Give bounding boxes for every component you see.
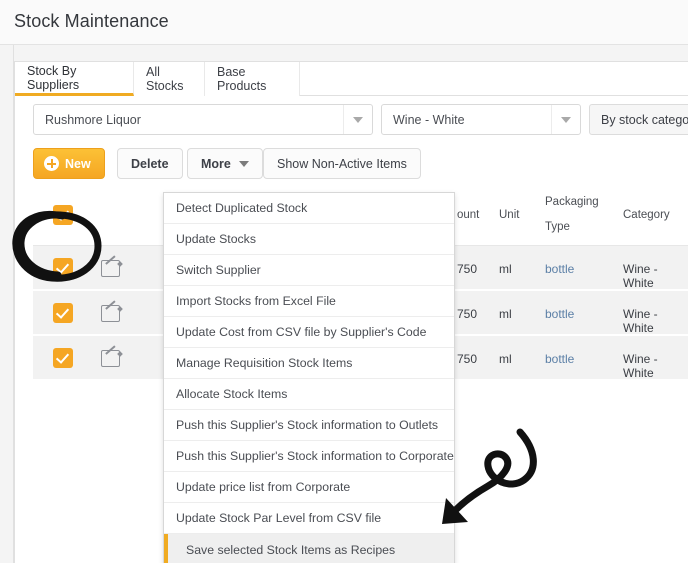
- column-header-category: Category: [623, 209, 670, 221]
- column-header-amount: ount: [457, 209, 480, 221]
- cell-category: Wine - White: [623, 307, 658, 335]
- cell-amount: 750: [457, 262, 478, 276]
- cell-category: Wine - White: [623, 352, 658, 380]
- edit-icon[interactable]: [101, 260, 120, 277]
- more-button[interactable]: More: [187, 148, 263, 179]
- menu-item-label: Update price list from Corporate: [176, 480, 351, 494]
- chevron-down-icon: [238, 160, 249, 167]
- menu-item-label: Switch Supplier: [176, 263, 261, 277]
- column-header-unit: Unit: [499, 209, 520, 221]
- page-title: Stock Maintenance: [14, 11, 169, 31]
- cell-unit: ml: [499, 352, 512, 366]
- menu-item-label: Push this Supplier's Stock information t…: [176, 418, 439, 432]
- plus-circle-icon: [44, 156, 59, 171]
- menu-item-label: Manage Requisition Stock Items: [176, 356, 353, 370]
- menu-item-label: Save selected Stock Items as Recipes: [186, 542, 396, 557]
- cell-category: Wine - White: [623, 262, 658, 290]
- menu-item-label: Import Stocks from Excel File: [176, 294, 336, 308]
- tab-all-stocks[interactable]: All Stocks: [134, 62, 205, 96]
- column-header-packaging-type-line2: Type: [545, 221, 570, 233]
- cell-amount: 750: [457, 307, 478, 321]
- delete-button[interactable]: Delete: [117, 148, 183, 179]
- show-non-active-items-button[interactable]: Show Non-Active Items: [263, 148, 421, 179]
- new-button-label: New: [65, 156, 91, 171]
- tab-bar: Stock By Suppliers All Stocks Base Produ…: [15, 62, 688, 96]
- tab-base-products[interactable]: Base Products: [205, 62, 300, 96]
- edit-icon[interactable]: [101, 350, 120, 367]
- tab-stock-by-suppliers-label: Stock By Suppliers: [27, 63, 80, 92]
- supplier-select-value: Rushmore Liquor: [45, 112, 141, 127]
- row-checkbox[interactable]: [53, 258, 73, 278]
- supplier-select[interactable]: Rushmore Liquor: [33, 104, 373, 135]
- more-dropdown-menu: Detect Duplicated Stock Update Stocks Sw…: [163, 192, 455, 563]
- menu-item-switch-supplier[interactable]: Switch Supplier: [164, 255, 454, 286]
- show-non-active-items-label: Show Non-Active Items: [277, 156, 407, 171]
- menu-item-manage-requisition-stock-items[interactable]: Manage Requisition Stock Items: [164, 348, 454, 379]
- action-toolbar: New Delete More Show Non-Active Items: [15, 140, 688, 184]
- row-checkbox[interactable]: [53, 303, 73, 323]
- edit-icon[interactable]: [101, 305, 120, 322]
- tab-all-stocks-label: All Stocks: [146, 65, 184, 93]
- category-select-value: Wine - White: [393, 112, 465, 127]
- menu-item-push-suppliers-stock-information-to-outlets[interactable]: Push this Supplier's Stock information t…: [164, 410, 454, 441]
- header-select-all-checkbox[interactable]: [53, 205, 73, 225]
- chevron-down-icon[interactable]: [551, 105, 580, 134]
- cell-unit: ml: [499, 262, 512, 276]
- menu-item-allocate-stock-items[interactable]: Allocate Stock Items: [164, 379, 454, 410]
- cell-packaging-type[interactable]: bottle: [545, 262, 574, 276]
- menu-item-label: Detect Duplicated Stock: [176, 201, 308, 215]
- menu-item-label: Update Stock Par Level from CSV file: [176, 511, 382, 525]
- stock-maintenance-screen: Stock Maintenance Stock By Suppliers All…: [0, 0, 688, 563]
- row-checkbox[interactable]: [53, 348, 73, 368]
- menu-item-label: Push this Supplier's Stock information t…: [176, 449, 454, 463]
- cell-amount: 750: [457, 352, 478, 366]
- filter-row: Rushmore Liquor Wine - White By stock ca…: [15, 96, 688, 140]
- new-button[interactable]: New: [33, 148, 105, 179]
- delete-button-label: Delete: [131, 156, 169, 171]
- by-stock-category-label: By stock category: [601, 112, 688, 127]
- tab-stock-by-suppliers[interactable]: Stock By Suppliers: [15, 62, 134, 96]
- menu-item-import-stocks-from-excel-file[interactable]: Import Stocks from Excel File: [164, 286, 454, 317]
- menu-item-update-stock-par-level-from-csv-file[interactable]: Update Stock Par Level from CSV file: [164, 503, 454, 534]
- menu-item-label: Update Cost from CSV file by Supplier's …: [176, 325, 427, 339]
- page-header: Stock Maintenance: [0, 0, 688, 45]
- menu-item-update-cost-from-csv-by-suppliers-code[interactable]: Update Cost from CSV file by Supplier's …: [164, 317, 454, 348]
- menu-item-push-suppliers-stock-information-to-corporate[interactable]: Push this Supplier's Stock information t…: [164, 441, 454, 472]
- menu-item-label: Allocate Stock Items: [176, 387, 288, 401]
- tab-base-products-label: Base Products: [217, 65, 267, 93]
- cell-packaging-type[interactable]: bottle: [545, 352, 574, 366]
- category-select[interactable]: Wine - White: [381, 104, 581, 135]
- more-button-label: More: [201, 156, 231, 171]
- menu-item-save-selected-stock-items-as-recipes[interactable]: Save selected Stock Items as Recipes: [164, 534, 454, 563]
- menu-item-detect-duplicated-stock[interactable]: Detect Duplicated Stock: [164, 193, 454, 224]
- by-stock-category-button[interactable]: By stock category: [589, 104, 688, 135]
- cell-unit: ml: [499, 307, 512, 321]
- chevron-down-icon[interactable]: [343, 105, 372, 134]
- menu-item-label: Update Stocks: [176, 232, 256, 246]
- column-header-packaging-type-line1: Packaging: [545, 196, 599, 208]
- cell-packaging-type[interactable]: bottle: [545, 307, 574, 321]
- menu-item-update-stocks[interactable]: Update Stocks: [164, 224, 454, 255]
- menu-item-update-price-list-from-corporate[interactable]: Update price list from Corporate: [164, 472, 454, 503]
